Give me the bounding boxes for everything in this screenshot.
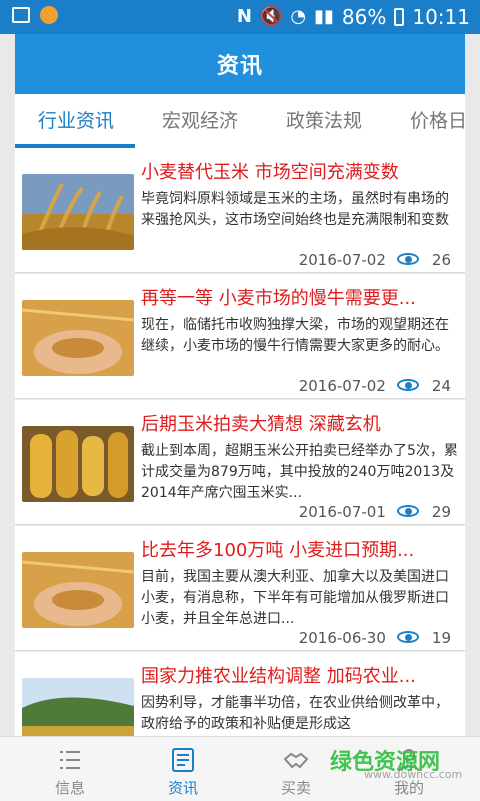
view-count: 26	[431, 251, 451, 269]
news-list: 小麦替代玉米 市场空间充满变数 毕竟饲料原料领域是玉米的主场，虽然时有串场的来强…	[15, 148, 465, 736]
status-bar: N 🔇 ◔ ▮▮ 86% 10:11	[0, 0, 480, 34]
news-meta: 2016-06-30 19	[299, 629, 451, 647]
handshake-icon	[283, 752, 309, 769]
list-icon	[60, 751, 80, 769]
news-item[interactable]: 小麦替代玉米 市场空间充满变数 毕竟饲料原料领域是玉米的主场，虽然时有串场的来强…	[15, 148, 465, 273]
view-count: 29	[431, 503, 451, 521]
news-meta: 2016-07-01 29	[299, 503, 451, 521]
news-meta: 2016-07-02 24	[299, 377, 451, 395]
news-date: 2016-07-02	[298, 377, 386, 395]
battery-percent: 86%	[341, 5, 387, 29]
news-title[interactable]: 国家力推农业结构调整 加码农业...	[141, 662, 461, 688]
news-summary: 毕竟饲料原料领域是玉米的主场，虽然时有串场的来强抢风头，这市场空间始终也是充满限…	[141, 191, 449, 228]
news-item[interactable]: 再等一等 小麦市场的慢牛需要更... 现在，临储托市收购独撑大梁，市场的观望期还…	[15, 274, 465, 399]
corn-cobs-image	[22, 426, 134, 502]
news-meta: 2016-07-02 26	[299, 251, 451, 269]
news-date: 2016-07-01	[298, 503, 386, 521]
tab-policy-regulations[interactable]: 政策法规	[286, 94, 362, 148]
news-thumbnail	[22, 678, 134, 736]
news-item[interactable]: 比去年多100万吨 小麦进口预期... 目前，我国主要从澳大利亚、加拿大以及美国…	[15, 526, 465, 651]
news-title[interactable]: 比去年多100万吨 小麦进口预期...	[141, 536, 461, 562]
news-date: 2016-06-30	[298, 629, 386, 647]
page-title: 资讯	[216, 54, 263, 79]
news-title[interactable]: 再等一等 小麦市场的慢牛需要更...	[141, 284, 461, 310]
wheat-in-hands-image	[22, 552, 134, 628]
news-thumbnail	[22, 552, 134, 628]
eye-icon	[396, 378, 422, 394]
app-header: 资讯	[15, 34, 465, 94]
farm-landscape-image	[22, 678, 134, 736]
eye-icon	[396, 630, 422, 646]
eye-icon	[396, 504, 422, 520]
news-item[interactable]: 国家力推农业结构调整 加码农业... 因势利导，才能事半功倍，在农业供给侧改革中…	[15, 652, 465, 736]
image-notification-icon	[12, 7, 30, 23]
nav-info-label: 信息	[54, 779, 85, 797]
app-notification-icon	[40, 6, 58, 24]
site-watermark: 绿色资源网 www.downcc.com	[330, 744, 470, 784]
mute-icon: 🔇	[259, 6, 283, 27]
news-thumbnail	[22, 300, 134, 376]
news-summary: 目前，我国主要从澳大利亚、加拿大以及美国进口小麦，有消息称，下半年有可能增加从俄…	[141, 569, 449, 627]
tab-macro-economy[interactable]: 宏观经济	[162, 94, 238, 148]
clock: 10:11	[412, 5, 470, 29]
view-count: 24	[431, 377, 451, 395]
news-date: 2016-07-02	[298, 251, 386, 269]
battery-icon	[394, 8, 405, 26]
wheat-field-image	[22, 174, 134, 250]
news-summary: 现在，临储托市收购独撑大梁，市场的观望期还在继续，小麦市场的慢牛行情需要大家更多…	[141, 317, 449, 354]
nav-news-label: 资讯	[167, 779, 198, 797]
tab-industry-news[interactable]: 行业资讯	[38, 94, 114, 148]
view-count: 19	[431, 629, 451, 647]
watermark-sub: www.downcc.com	[364, 768, 463, 781]
category-tabs: 行业资讯 宏观经济 政策法规 价格日	[15, 94, 465, 149]
news-summary: 因势利导，才能事半功倍，在农业供给侧改革中，政府给予的政策和补贴便是形成这	[141, 695, 449, 732]
nav-info[interactable]: 信息	[20, 737, 120, 801]
news-item[interactable]: 后期玉米拍卖大猜想 深藏玄机 截止到本周，超期玉米公开拍卖已经举办了5次，累计成…	[15, 400, 465, 525]
document-icon	[172, 748, 194, 772]
news-thumbnail	[22, 174, 134, 250]
news-title[interactable]: 小麦替代玉米 市场空间充满变数	[141, 158, 461, 184]
news-summary: 截止到本周，超期玉米公开拍卖已经举办了5次，累计成交量为879万吨，其中投放的2…	[141, 443, 458, 501]
nav-news[interactable]: 资讯	[133, 737, 233, 801]
tab-daily-prices[interactable]: 价格日	[410, 94, 465, 148]
signal-icon: ▮▮	[314, 6, 334, 27]
wifi-icon: ◔	[290, 6, 307, 27]
news-title[interactable]: 后期玉米拍卖大猜想 深藏玄机	[141, 410, 461, 436]
status-right: N 🔇 ◔ ▮▮ 86% 10:11	[237, 5, 470, 29]
news-thumbnail	[22, 426, 134, 502]
wheat-in-hands-image	[22, 300, 134, 376]
nfc-icon: N	[236, 6, 252, 27]
eye-icon	[396, 252, 422, 268]
status-left	[12, 6, 58, 24]
